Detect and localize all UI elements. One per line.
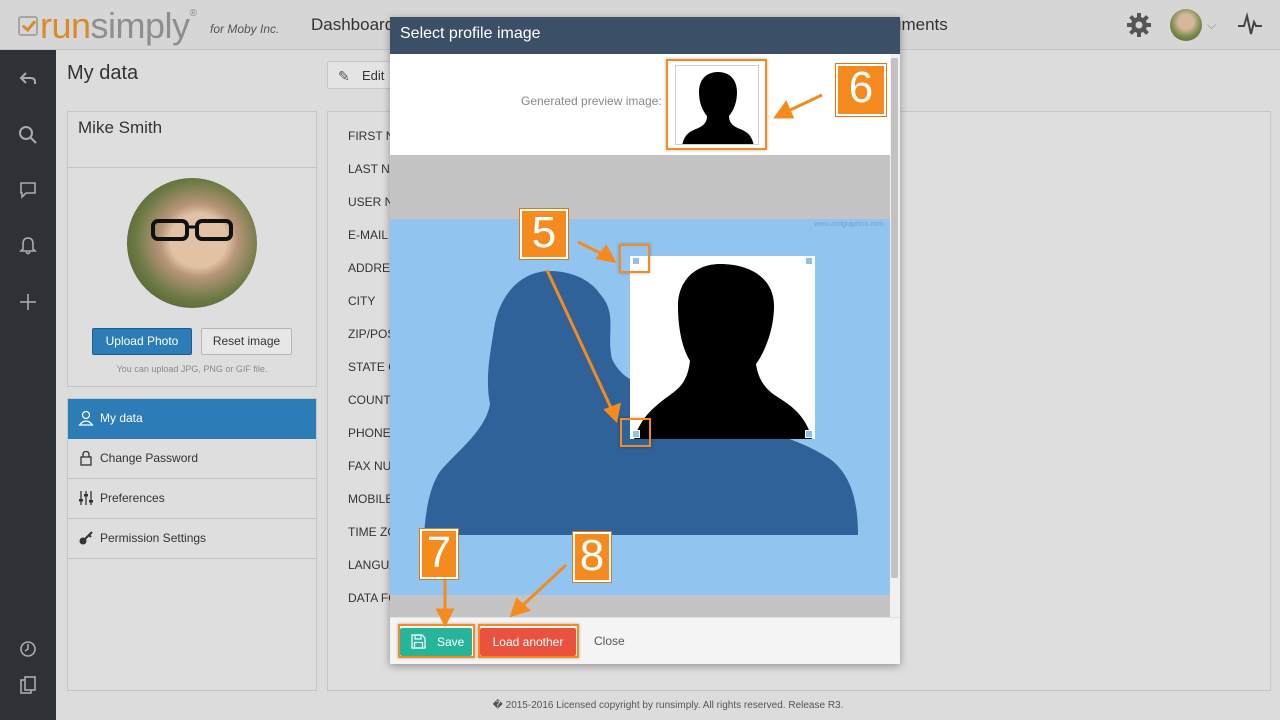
bell-icon[interactable]	[18, 236, 38, 256]
annotation-highlight-handle-top	[619, 244, 650, 273]
crop-handle-bottom-right[interactable]	[805, 430, 813, 438]
user-icon	[78, 410, 94, 426]
page-title: My data	[67, 62, 139, 84]
search-icon[interactable]	[18, 125, 38, 145]
annotation-highlight-save	[398, 624, 475, 658]
user-avatar[interactable]	[1170, 9, 1202, 41]
menu-item-label: Preferences	[100, 491, 165, 505]
crop-canvas[interactable]: www.zodgraphics.com	[390, 219, 890, 595]
logo-run-text: run	[40, 5, 91, 46]
crop-selection[interactable]	[630, 256, 815, 439]
chevron-down-icon[interactable]: ⌵	[1207, 18, 1216, 33]
menu-item-change-password[interactable]: Change Password	[68, 439, 316, 479]
field-label-zip: ZIP/POS	[348, 327, 396, 341]
upload-hint: You can upload JPG, PNG or GIF file.	[116, 364, 268, 374]
nav-dashboard[interactable]: Dashboard	[311, 15, 394, 35]
dialog-scrollbar[interactable]	[890, 54, 900, 617]
clock-icon[interactable]	[18, 639, 38, 659]
settings-menu: My data Change Password Preferences Perm…	[67, 398, 317, 691]
crop-handle-top-right[interactable]	[805, 257, 813, 265]
menu-item-my-data[interactable]: My data	[68, 399, 316, 439]
upload-photo-button[interactable]: Upload Photo	[92, 328, 192, 355]
logo-registered-mark: ®	[189, 8, 197, 19]
scrollbar-thumb[interactable]	[891, 58, 898, 578]
plus-icon[interactable]	[18, 292, 38, 312]
menu-item-label: Permission Settings	[100, 531, 207, 545]
field-label-user-name: USER N	[348, 195, 394, 209]
divider	[68, 167, 316, 168]
gear-icon[interactable]	[1126, 12, 1152, 38]
annotation-number-6: 6	[836, 64, 886, 116]
nav-documents[interactable]: uments	[892, 15, 948, 35]
sliders-icon	[79, 491, 93, 505]
lock-icon	[80, 450, 92, 466]
select-profile-image-dialog: Select profile image Generated preview i…	[390, 17, 900, 664]
close-link[interactable]: Close	[594, 634, 625, 648]
field-label-phone: PHONE	[348, 426, 391, 440]
menu-item-permission-settings[interactable]: Permission Settings	[68, 519, 316, 559]
crop-canvas-margin-top	[390, 155, 890, 219]
preview-label: Generated preview image:	[521, 94, 662, 108]
chat-icon[interactable]	[18, 180, 38, 200]
reset-image-button[interactable]: Reset image	[201, 328, 292, 355]
dialog-body: Generated preview image: www.zodgraphics…	[390, 54, 890, 617]
dialog-title: Select profile image	[390, 17, 900, 54]
pencil-icon: ✎	[338, 68, 350, 84]
annotation-highlight-handle-bottom	[620, 418, 651, 447]
silhouette-crop-graphic	[634, 264, 812, 439]
profile-photo	[127, 178, 257, 308]
activity-pulse-icon[interactable]	[1238, 12, 1262, 38]
field-label-mobile: MOBILE	[348, 492, 394, 506]
logo-check-icon	[18, 16, 38, 36]
annotation-highlight-load	[478, 624, 579, 658]
menu-item-label: My data	[100, 411, 143, 425]
annotation-number-8: 8	[573, 532, 611, 582]
field-label-email: E-MAIL	[348, 228, 389, 242]
field-label-country: COUNT	[348, 393, 391, 407]
logo-simply-text: simply	[90, 5, 191, 46]
footer-copyright: � 2015-2016 Licensed copyright by runsim…	[492, 700, 844, 711]
left-sidebar	[0, 50, 56, 720]
runsimply-logo[interactable]: run simply ®	[18, 6, 197, 46]
edit-button[interactable]: ✎ Edit	[327, 61, 397, 89]
back-arrow-icon[interactable]	[18, 69, 38, 89]
edit-button-label: Edit	[362, 68, 385, 83]
field-label-first-name: FIRST N	[348, 129, 395, 143]
glasses-graphic	[151, 219, 233, 241]
profile-card: Mike Smith Upload Photo Reset image You …	[67, 111, 317, 387]
annotation-number-5: 5	[520, 209, 568, 259]
field-label-fax: FAX NU	[348, 459, 392, 473]
field-label-city: CITY	[348, 294, 376, 308]
menu-item-label: Change Password	[100, 451, 199, 465]
crop-canvas-margin-bottom	[390, 595, 890, 617]
company-name: for Moby Inc.	[210, 22, 280, 36]
annotation-highlight-preview	[666, 59, 767, 150]
menu-item-preferences[interactable]: Preferences	[68, 479, 316, 519]
key-icon	[79, 531, 93, 545]
annotation-number-7: 7	[420, 529, 458, 579]
documents-icon[interactable]	[18, 676, 38, 696]
profile-name: Mike Smith	[78, 118, 163, 137]
